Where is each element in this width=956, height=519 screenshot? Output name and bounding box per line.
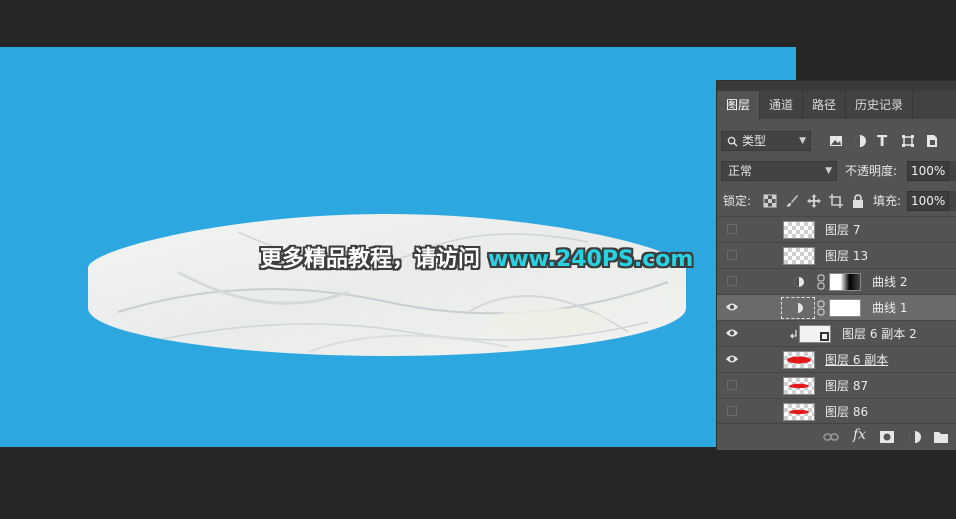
- marble-disc-image: [88, 214, 686, 356]
- lock-fill-row: 锁定: 填充: 100%: [717, 191, 956, 215]
- red-disc-preview: [787, 356, 811, 364]
- layer-row[interactable]: 图层 6 副本: [717, 346, 956, 372]
- visibility-toggle[interactable]: [727, 250, 737, 260]
- layer-name: 曲线 1: [872, 301, 908, 315]
- adjustment-layer-icon: [794, 277, 804, 287]
- layer-row[interactable]: 图层 6 副本 2: [717, 320, 956, 346]
- visibility-toggle[interactable]: [727, 406, 737, 416]
- adjustment-filter-icon[interactable]: [853, 134, 867, 148]
- layers-panel: 图层 通道 路径 历史记录 类型 ▼ T 正常 ▼ 不透明度: 100% 锁定:…: [716, 80, 956, 450]
- layer-name: 图层 7: [825, 223, 861, 237]
- adjustment-thumbnail: [781, 297, 815, 319]
- move-icon[interactable]: [807, 194, 821, 208]
- smart-object-filter-icon[interactable]: [925, 134, 939, 148]
- clipping-mask-arrow-icon: [790, 330, 797, 339]
- fill-input[interactable]: 100%: [907, 191, 949, 211]
- tab-channels[interactable]: 通道: [760, 91, 804, 119]
- fill-dropdown-button[interactable]: [949, 191, 956, 211]
- panel-tabs: 图层 通道 路径 历史记录: [717, 91, 956, 119]
- blend-opacity-row: 正常 ▼ 不透明度: 100%: [717, 161, 956, 185]
- lock-icon[interactable]: [851, 194, 865, 208]
- image-filter-icon[interactable]: [829, 134, 843, 148]
- red-disc-preview: [789, 409, 809, 415]
- folder-icon[interactable]: [933, 429, 949, 445]
- watermark-chinese: 更多精品教程，请访问: [260, 247, 481, 272]
- tab-layers[interactable]: 图层: [717, 91, 761, 119]
- adjustment-icon[interactable]: [907, 429, 923, 445]
- layer-row[interactable]: 曲线 1: [717, 294, 956, 320]
- layer-thumbnail: [783, 377, 815, 395]
- layer-name: 图层 13: [825, 249, 869, 263]
- layer-thumbnail: [783, 221, 815, 239]
- visibility-toggle[interactable]: [727, 380, 737, 390]
- filter-kind-select[interactable]: 类型 ▼: [721, 131, 811, 151]
- brush-icon[interactable]: [785, 194, 799, 208]
- watermark-text: 更多精品教程，请访问 www.240PS.com: [260, 244, 700, 276]
- layer-row[interactable]: 曲线 2: [717, 268, 956, 294]
- lock-label: 锁定:: [723, 194, 752, 208]
- chevron-down-icon: ▼: [799, 136, 806, 146]
- link-icon[interactable]: [823, 429, 839, 445]
- eye-icon[interactable]: [725, 327, 739, 339]
- panel-title-bar[interactable]: [717, 81, 956, 91]
- layer-name: 曲线 2: [872, 275, 908, 289]
- layer-thumbnail: [783, 247, 815, 265]
- layer-row[interactable]: 图层 13: [717, 242, 956, 268]
- blend-mode-select[interactable]: 正常 ▼: [721, 161, 837, 181]
- document-canvas[interactable]: 更多精品教程，请访问 www.240PS.com: [0, 47, 796, 447]
- layer-thumbnail: [783, 351, 815, 369]
- layer-row[interactable]: 图层 86: [717, 398, 956, 424]
- filter-kind-value: 类型: [742, 134, 767, 148]
- layer-mask-thumbnail: [829, 273, 861, 291]
- crop-icon[interactable]: [829, 194, 843, 208]
- eye-icon[interactable]: [725, 301, 739, 313]
- layer-mask-thumbnail: [829, 299, 861, 317]
- chain-link-icon[interactable]: [817, 300, 825, 316]
- eye-icon[interactable]: [725, 353, 739, 365]
- layer-name: 图层 6 副本 2: [842, 327, 917, 341]
- red-disc-preview: [789, 383, 809, 389]
- chevron-down-icon: ▼: [825, 166, 832, 176]
- visibility-toggle[interactable]: [727, 276, 737, 286]
- opacity-dropdown-button[interactable]: [949, 161, 956, 181]
- opacity-input[interactable]: 100%: [907, 161, 949, 181]
- tab-paths[interactable]: 路径: [803, 91, 847, 119]
- layer-thumbnail: [783, 403, 815, 421]
- lock-transparent-icon[interactable]: [763, 194, 777, 208]
- fill-label: 填充:: [873, 194, 902, 208]
- smart-object-icon: [820, 332, 829, 341]
- layer-row[interactable]: 图层 7: [717, 216, 956, 242]
- layer-name: 图层 87: [825, 379, 869, 393]
- visibility-toggle[interactable]: [727, 224, 737, 234]
- chain-link-icon[interactable]: [817, 274, 825, 290]
- layers-list: 图层 7 图层 13 曲线 2 曲线 1 图层 6 副本 2 图层 6 副本 图…: [717, 216, 956, 424]
- layer-name: 图层 86: [825, 405, 869, 419]
- type-filter-icon[interactable]: T: [877, 131, 887, 151]
- filter-row: 类型 ▼ T: [717, 131, 956, 155]
- search-icon: [727, 136, 738, 147]
- shape-filter-icon[interactable]: [901, 134, 915, 148]
- adjustment-layer-icon: [793, 303, 803, 313]
- layers-bottom-toolbar: fx: [717, 423, 956, 450]
- layer-row[interactable]: 图层 87: [717, 372, 956, 398]
- opacity-label: 不透明度:: [845, 164, 898, 178]
- watermark-url: www.240PS.com: [488, 247, 694, 272]
- blend-mode-value: 正常: [728, 164, 753, 178]
- layer-name: 图层 6 副本: [825, 353, 889, 367]
- tab-history[interactable]: 历史记录: [846, 91, 914, 119]
- fx-icon[interactable]: fx: [853, 427, 866, 443]
- mask-icon[interactable]: [879, 429, 895, 445]
- layer-thumbnail: [799, 325, 831, 343]
